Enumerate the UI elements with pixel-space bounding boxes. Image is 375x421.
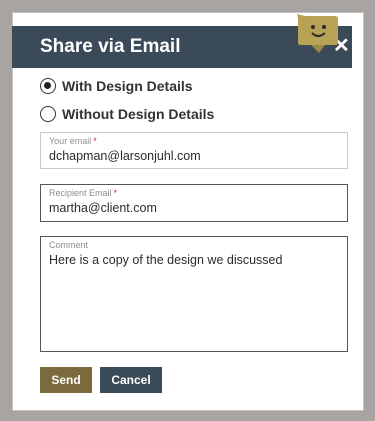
your-email-field[interactable]: Your email * dchapman@larsonjuhl.com xyxy=(40,132,348,169)
option-label: Without Design Details xyxy=(62,106,215,122)
radio-without-design-details[interactable] xyxy=(40,106,56,122)
required-marker: * xyxy=(113,188,118,198)
comment-field[interactable]: Comment Here is a copy of the design we … xyxy=(40,236,348,352)
send-button[interactable]: Send xyxy=(40,367,92,393)
option-without-design-details[interactable]: Without Design Details xyxy=(40,104,214,124)
dialog-title: Share via Email xyxy=(40,36,181,57)
required-marker: * xyxy=(93,136,97,146)
recipient-email-label: Recipient Email * xyxy=(49,188,118,198)
comment-label: Comment xyxy=(49,240,89,250)
recipient-email-field[interactable]: Recipient Email * martha@client.com xyxy=(40,184,348,222)
radio-with-design-details[interactable] xyxy=(40,78,56,94)
comment-value: Here is a copy of the design we discusse… xyxy=(49,253,283,267)
your-email-value: dchapman@larsonjuhl.com xyxy=(49,149,201,163)
option-label: With Design Details xyxy=(62,78,193,94)
option-with-design-details[interactable]: With Design Details xyxy=(40,76,193,96)
recipient-email-value: martha@client.com xyxy=(49,201,157,215)
your-email-label: Your email * xyxy=(49,136,97,146)
chat-mascot-icon[interactable] xyxy=(297,14,339,54)
cancel-button[interactable]: Cancel xyxy=(100,367,162,393)
